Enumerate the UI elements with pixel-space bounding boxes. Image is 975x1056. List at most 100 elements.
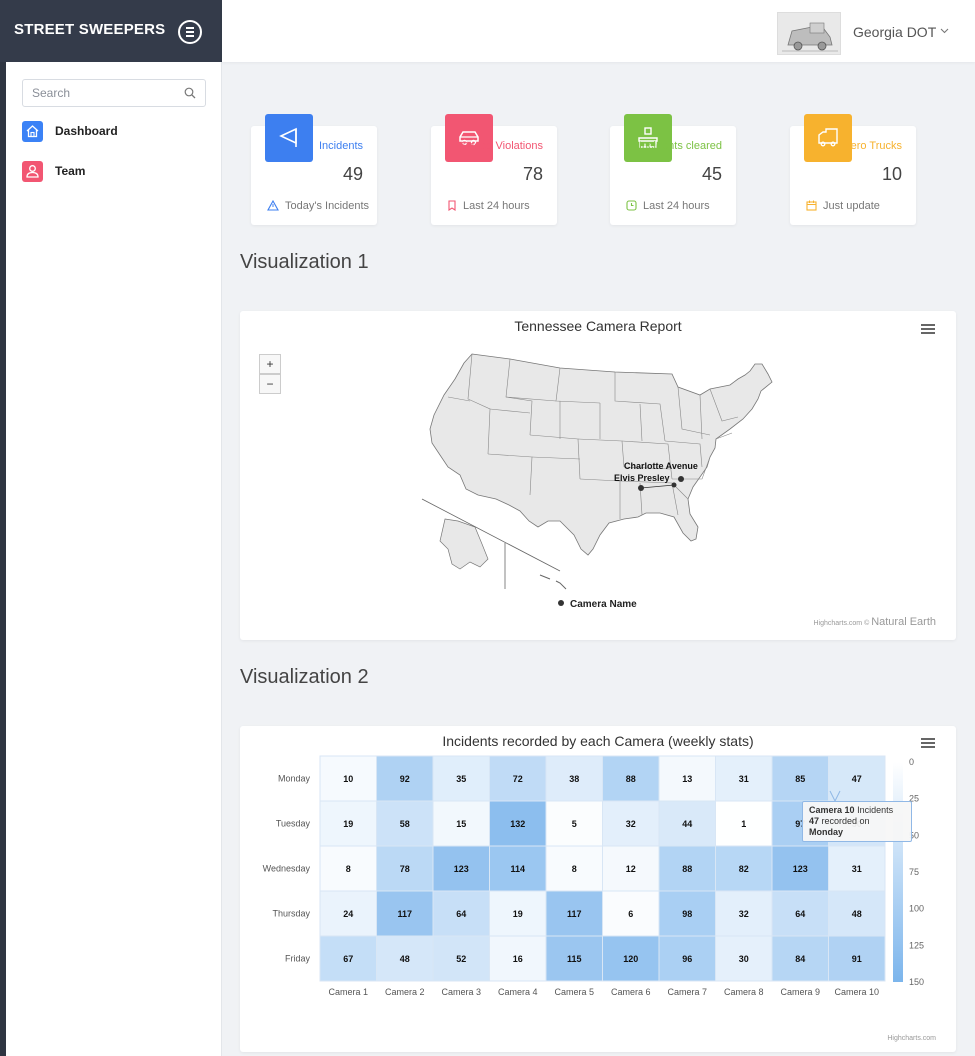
menu-toggle-icon[interactable] <box>178 20 202 44</box>
heatmap-tooltip: Camera 10 Incidents 47 recorded on Monda… <box>802 801 912 842</box>
credit-big: Natural Earth <box>871 616 936 628</box>
zoom-in-button[interactable]: + <box>259 354 281 374</box>
legend-marker <box>558 600 564 606</box>
heatmap-cell-label: 123 <box>793 864 808 874</box>
heatmap-cell-label: 78 <box>400 864 410 874</box>
section-title-viz1: Visualization 1 <box>240 251 369 273</box>
heatmap-cell-label: 88 <box>626 774 636 784</box>
heatmap-cell-label: 84 <box>795 954 805 964</box>
credit-small: Highcharts.com © <box>813 620 872 627</box>
tooltip-day: Monday <box>809 827 844 837</box>
zoom-out-button[interactable]: − <box>259 374 281 394</box>
stat-label: Speed Violations <box>460 140 543 152</box>
tooltip-mid: recorded on <box>821 816 870 826</box>
heatmap-cell-label: 12 <box>626 864 636 874</box>
calendar-icon <box>806 200 817 211</box>
chart-title: Tennessee Camera Report <box>514 318 682 334</box>
x-axis-label: Camera 4 <box>498 987 538 997</box>
search-input[interactable] <box>32 86 182 100</box>
sidebar-item-team[interactable]: Team <box>22 161 212 183</box>
chevron-down-icon[interactable] <box>940 28 949 34</box>
warning-icon <box>267 199 279 211</box>
heatmap-cell-label: 19 <box>513 909 523 919</box>
heatmap-cell-label: 91 <box>852 954 862 964</box>
heatmap-cell-label: 88 <box>682 864 692 874</box>
heatmap-cell-label: 117 <box>567 909 582 919</box>
x-axis-label: Camera 9 <box>780 987 820 997</box>
heatmap-cell-label: 92 <box>400 774 410 784</box>
stat-footer-text: Last 24 hours <box>643 200 710 212</box>
y-axis-label: Thursday <box>272 909 310 919</box>
heatmap-cell-label: 82 <box>739 864 749 874</box>
y-axis-label: Monday <box>278 774 311 784</box>
heatmap-cell-label: 31 <box>852 864 862 874</box>
heatmap-cell-label: 64 <box>795 909 805 919</box>
stat-footer: Just update <box>806 200 880 212</box>
heatmap-cell-label: 8 <box>346 864 351 874</box>
heatmap-cell-label: 1 <box>741 819 746 829</box>
heatmap-cell-label: 67 <box>343 954 353 964</box>
heatmap-cell-label: 19 <box>343 819 353 829</box>
x-axis-label: Camera 1 <box>328 987 368 997</box>
heatmap-cell-label: 10 <box>343 774 353 784</box>
tooltip-word: Incidents <box>857 805 894 815</box>
heatmap-cell-label: 13 <box>682 774 692 784</box>
search-box <box>22 79 206 107</box>
stat-label: Incidents <box>318 140 363 152</box>
heatmap-cell-label: 31 <box>739 774 749 784</box>
truck-icon <box>804 114 852 162</box>
heatmap-cell-label: 52 <box>456 954 466 964</box>
heatmap-cell-label: 30 <box>739 954 749 964</box>
color-axis-bar <box>893 762 903 982</box>
broom-icon <box>624 114 672 162</box>
x-axis-label: Camera 7 <box>667 987 707 997</box>
tooltip-value: 47 <box>809 816 820 826</box>
home-icon <box>22 121 43 142</box>
x-axis-label: Camera 8 <box>724 987 764 997</box>
brand-title: STREET SWEEPERS <box>14 21 166 38</box>
map-legend[interactable]: Camera Name <box>558 599 637 610</box>
heatmap-cell-label: 24 <box>343 909 353 919</box>
stat-footer: Last 24 hours <box>626 200 710 212</box>
stat-footer-text: Last 24 hours <box>463 200 530 212</box>
chart-menu-icon[interactable] <box>921 324 935 334</box>
heatmap-cell-label: 32 <box>626 819 636 829</box>
us-map[interactable]: Charlotte Avenue Elvis Presley <box>410 349 780 604</box>
color-axis-tick: 100 <box>909 904 924 914</box>
map-credit[interactable]: Highcharts.com © Natural Earth <box>814 616 937 628</box>
sidebar-item-label: Team <box>55 164 86 178</box>
stat-label: Hero Trucks <box>842 140 902 152</box>
heatmap-credit[interactable]: Highcharts.com <box>887 1035 936 1042</box>
sidebar-header: STREET SWEEPERS <box>0 0 222 62</box>
heatmap-cell-label: 15 <box>456 819 466 829</box>
sidebar-edge <box>0 0 6 1056</box>
y-axis-label: Wednesday <box>263 864 311 874</box>
heatmap-cell-label: 96 <box>682 954 692 964</box>
avatar[interactable] <box>777 12 841 55</box>
y-axis-label: Friday <box>285 954 311 964</box>
color-axis-tick: 0 <box>909 757 914 767</box>
car-icon <box>445 114 493 162</box>
heatmap-chart[interactable]: 1092357238881331854719581513253244197508… <box>240 726 956 1026</box>
bookmark-icon <box>448 200 456 212</box>
user-name[interactable]: Georgia DOT <box>853 24 936 40</box>
heatmap-panel: Incidents recorded by each Camera (weekl… <box>240 726 956 1052</box>
flag-icon <box>265 114 313 162</box>
stat-value: 10 <box>881 164 902 184</box>
color-axis-tick: 150 <box>909 977 924 987</box>
heatmap-cell-label: 58 <box>400 819 410 829</box>
search-icon[interactable] <box>184 87 196 99</box>
section-title-viz2: Visualization 2 <box>240 666 369 688</box>
stat-label: Incidents cleared <box>638 140 722 152</box>
clock-icon <box>626 200 637 211</box>
user-icon <box>22 161 43 182</box>
heatmap-cell-label: 32 <box>739 909 749 919</box>
heatmap-cell-label: 98 <box>682 909 692 919</box>
x-axis-label: Camera 6 <box>611 987 651 997</box>
heatmap-cell-label: 48 <box>852 909 862 919</box>
map-point-label: Elvis Presley <box>614 473 670 483</box>
heatmap-cell-label: 117 <box>397 909 412 919</box>
heatmap-cell-label: 114 <box>510 864 525 874</box>
sidebar-item-dashboard[interactable]: Dashboard <box>22 121 212 143</box>
heatmap-cell-label: 5 <box>572 819 577 829</box>
